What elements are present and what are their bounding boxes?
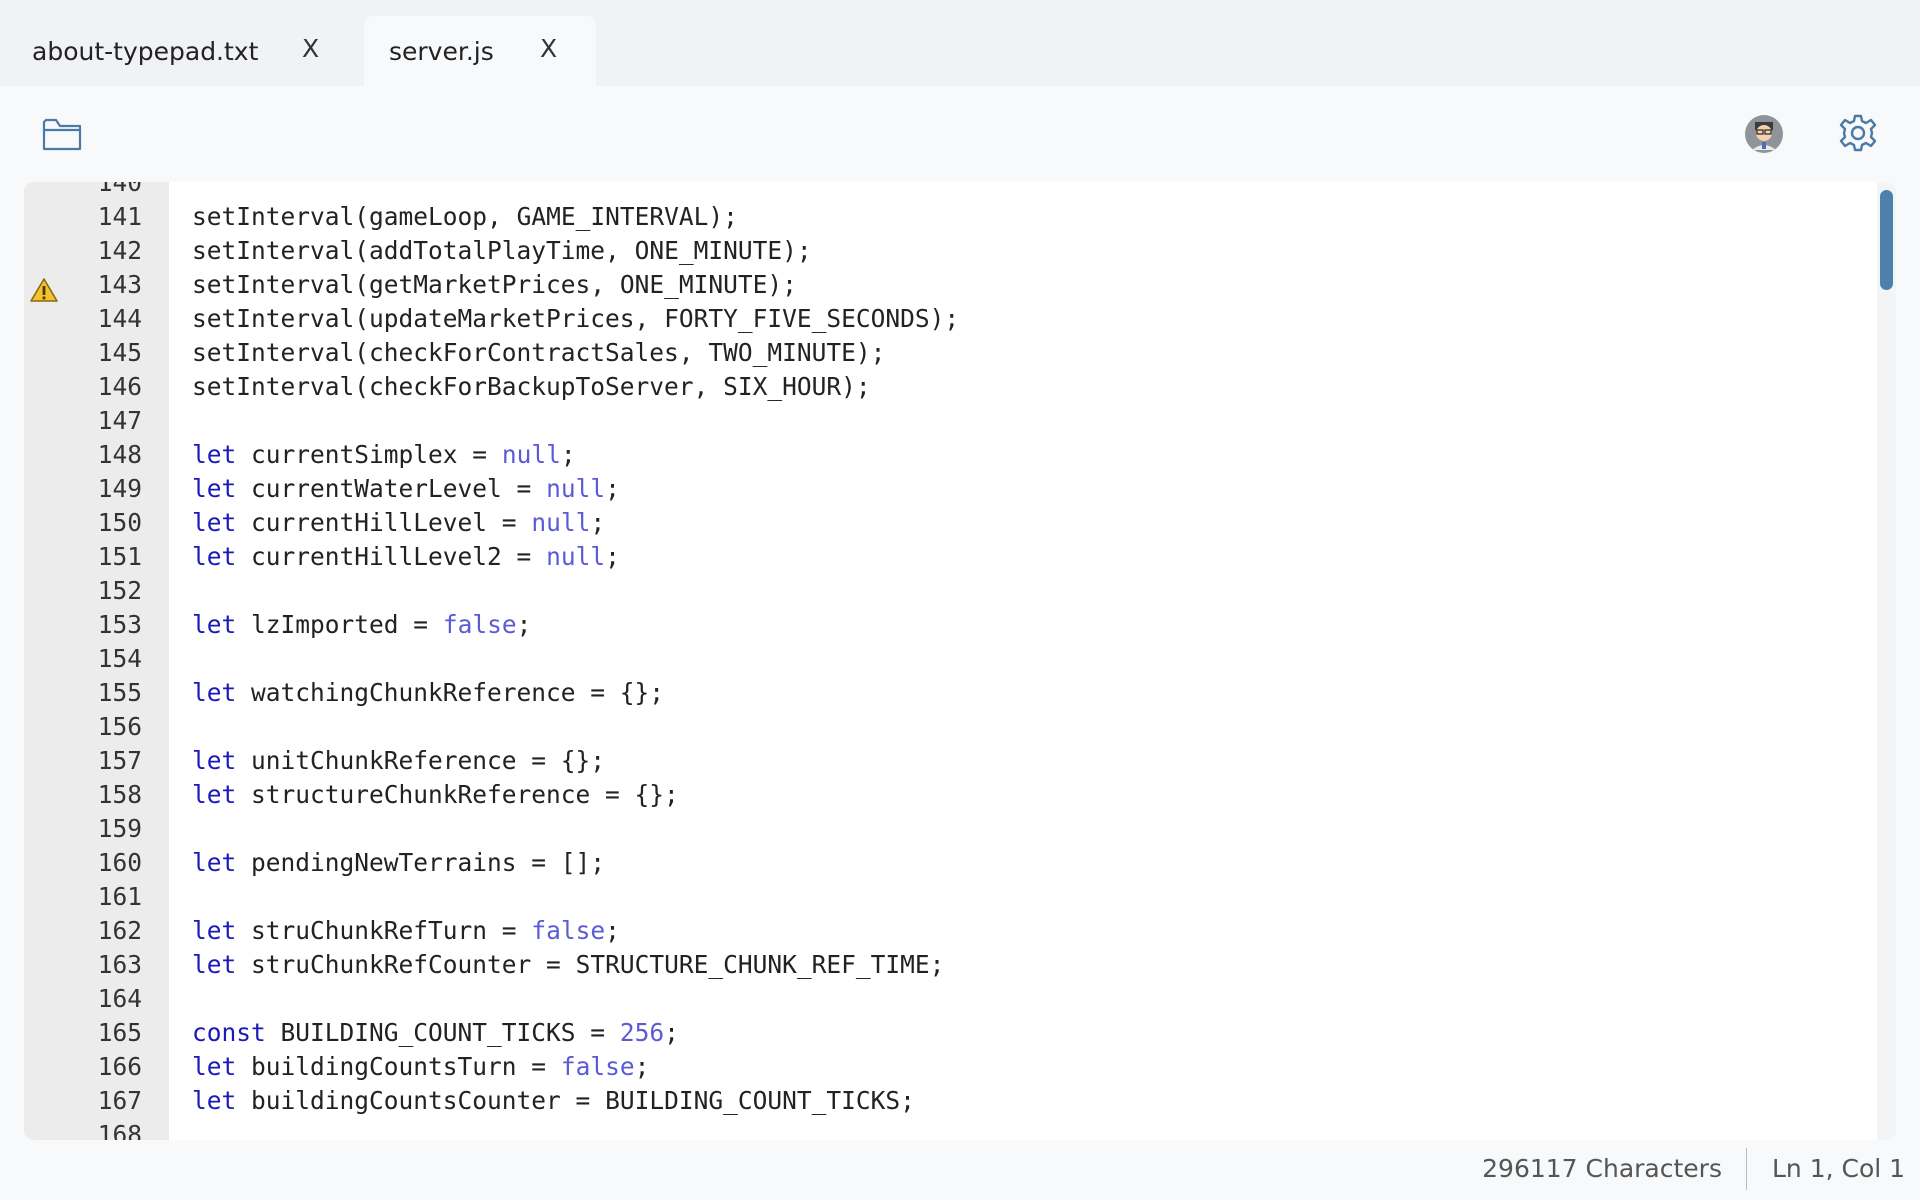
line-number: 148 (97, 440, 142, 469)
status-divider (1746, 1148, 1747, 1190)
code-line[interactable]: 152 (24, 574, 1874, 608)
code-line[interactable]: 159 (24, 812, 1874, 846)
line-number: 156 (97, 712, 142, 741)
code-line[interactable]: 145 setInterval(checkForContractSales, TW… (24, 336, 1874, 370)
code-line[interactable]: 157 let unitChunkReference = {}; (24, 744, 1874, 778)
line-number: 140 (97, 182, 142, 197)
code-text: let currentHillLevel = null; (192, 508, 606, 537)
gear-icon[interactable] (1838, 113, 1878, 153)
tab-bar: about-typepad.txt X server.js X (0, 0, 1920, 86)
line-number: 165 (97, 1018, 142, 1047)
code-line[interactable]: 160 let pendingNewTerrains = []; (24, 846, 1874, 880)
code-text: let watchingChunkReference = {}; (192, 678, 665, 707)
code-line[interactable]: 153 let lzImported = false; (24, 608, 1874, 642)
line-number: 149 (97, 474, 142, 503)
tab-label: about-typepad.txt (32, 37, 259, 66)
line-number: 168 (97, 1120, 142, 1140)
line-number: 150 (97, 508, 142, 537)
code-line[interactable]: 154 (24, 642, 1874, 676)
line-number: 142 (97, 236, 142, 265)
code-line[interactable]: 140 (24, 182, 1874, 200)
code-line[interactable]: 150 let currentHillLevel = null; (24, 506, 1874, 540)
status-bar: 296117 Characters Ln 1, Col 1 (0, 1140, 1920, 1200)
code-text: setInterval(gameLoop, GAME_INTERVAL); (192, 202, 738, 231)
code-line[interactable]: 143 setInterval(getMarketPrices, ONE_MINU… (24, 268, 1874, 302)
line-number: 146 (97, 372, 142, 401)
line-number: 152 (97, 576, 142, 605)
code-line[interactable]: 146 setInterval(checkForBackupToServer, S… (24, 370, 1874, 404)
code-line[interactable]: 158 let structureChunkReference = {}; (24, 778, 1874, 812)
line-number: 158 (97, 780, 142, 809)
line-number: 153 (97, 610, 142, 639)
line-number: 167 (97, 1086, 142, 1115)
code-text: let pendingNewTerrains = []; (192, 848, 606, 877)
code-line[interactable]: 166 let buildingCountsTurn = false; (24, 1050, 1874, 1084)
code-text: let structureChunkReference = {}; (192, 780, 679, 809)
line-number: 147 (97, 406, 142, 435)
close-icon[interactable]: X (302, 34, 319, 63)
code-text: let lzImported = false; (192, 610, 532, 639)
code-editor[interactable]: 140 141 setInterval(gameLoop, GAME_INTERVA… (24, 182, 1896, 1140)
line-number: 145 (97, 338, 142, 367)
code-text: setInterval(checkForBackupToServer, SIX_… (192, 372, 871, 401)
code-line[interactable]: 163 let struChunkRefCounter = STRUCTURE_C… (24, 948, 1874, 982)
line-number: 161 (97, 882, 142, 911)
line-number: 154 (97, 644, 142, 673)
code-text: let struChunkRefTurn = false; (192, 916, 620, 945)
code-text: setInterval(addTotalPlayTime, ONE_MINUTE… (192, 236, 812, 265)
close-icon[interactable]: X (540, 34, 557, 63)
vertical-scrollbar[interactable] (1877, 182, 1896, 1140)
code-line[interactable]: 165 const BUILDING_COUNT_TICKS = 256; (24, 1016, 1874, 1050)
line-number: 163 (97, 950, 142, 979)
code-line[interactable]: 168 (24, 1118, 1874, 1140)
line-number: 164 (97, 984, 142, 1013)
line-number: 160 (97, 848, 142, 877)
code-line[interactable]: 155 let watchingChunkReference = {}; (24, 676, 1874, 710)
code-text: let currentWaterLevel = null; (192, 474, 620, 503)
line-number: 144 (97, 304, 142, 333)
code-text: setInterval(getMarketPrices, ONE_MINUTE)… (192, 270, 797, 299)
line-number: 162 (97, 916, 142, 945)
code-text: let unitChunkReference = {}; (192, 746, 606, 775)
code-text: setInterval(checkForContractSales, TWO_M… (192, 338, 886, 367)
code-area[interactable]: 140 141 setInterval(gameLoop, GAME_INTERVA… (24, 182, 1874, 1140)
cursor-position: Ln 1, Col 1 (1772, 1154, 1906, 1183)
tab-about-typepad[interactable]: about-typepad.txt X (0, 16, 350, 86)
code-text: let currentSimplex = null; (192, 440, 576, 469)
tab-server-js[interactable]: server.js X (364, 16, 596, 86)
line-number: 166 (97, 1052, 142, 1081)
toolbar (0, 86, 1920, 182)
code-line[interactable]: 151 let currentHillLevel2 = null; (24, 540, 1874, 574)
code-line[interactable]: 144 setInterval(updateMarketPrices, FORTY… (24, 302, 1874, 336)
character-count: 296117 Characters (1482, 1154, 1722, 1183)
line-number: 151 (97, 542, 142, 571)
code-text: const BUILDING_COUNT_TICKS = 256; (192, 1018, 679, 1047)
code-text: let currentHillLevel2 = null; (192, 542, 620, 571)
code-line[interactable]: 141 setInterval(gameLoop, GAME_INTERVAL); (24, 200, 1874, 234)
code-line[interactable]: 167 let buildingCountsCounter = BUILDING_… (24, 1084, 1874, 1118)
code-text: setInterval(updateMarketPrices, FORTY_FI… (192, 304, 960, 333)
code-line[interactable]: 161 (24, 880, 1874, 914)
code-line[interactable]: 148 let currentSimplex = null; (24, 438, 1874, 472)
folder-icon[interactable] (42, 116, 82, 152)
code-line[interactable]: 156 (24, 710, 1874, 744)
scrollbar-thumb[interactable] (1880, 190, 1893, 290)
code-line[interactable]: 142 setInterval(addTotalPlayTime, ONE_MIN… (24, 234, 1874, 268)
code-text: let buildingCountsCounter = BUILDING_COU… (192, 1086, 915, 1115)
code-text: let struChunkRefCounter = STRUCTURE_CHUN… (192, 950, 945, 979)
line-number: 155 (97, 678, 142, 707)
code-line[interactable]: 149 let currentWaterLevel = null; (24, 472, 1874, 506)
line-number: 157 (97, 746, 142, 775)
avatar-icon[interactable] (1744, 114, 1784, 154)
code-text: let buildingCountsTurn = false; (192, 1052, 650, 1081)
tab-label: server.js (389, 37, 494, 66)
line-number: 159 (97, 814, 142, 843)
code-line[interactable]: 162 let struChunkRefTurn = false; (24, 914, 1874, 948)
line-number: 141 (97, 202, 142, 231)
code-line[interactable]: 147 (24, 404, 1874, 438)
line-number: 143 (97, 270, 142, 299)
code-line[interactable]: 164 (24, 982, 1874, 1016)
